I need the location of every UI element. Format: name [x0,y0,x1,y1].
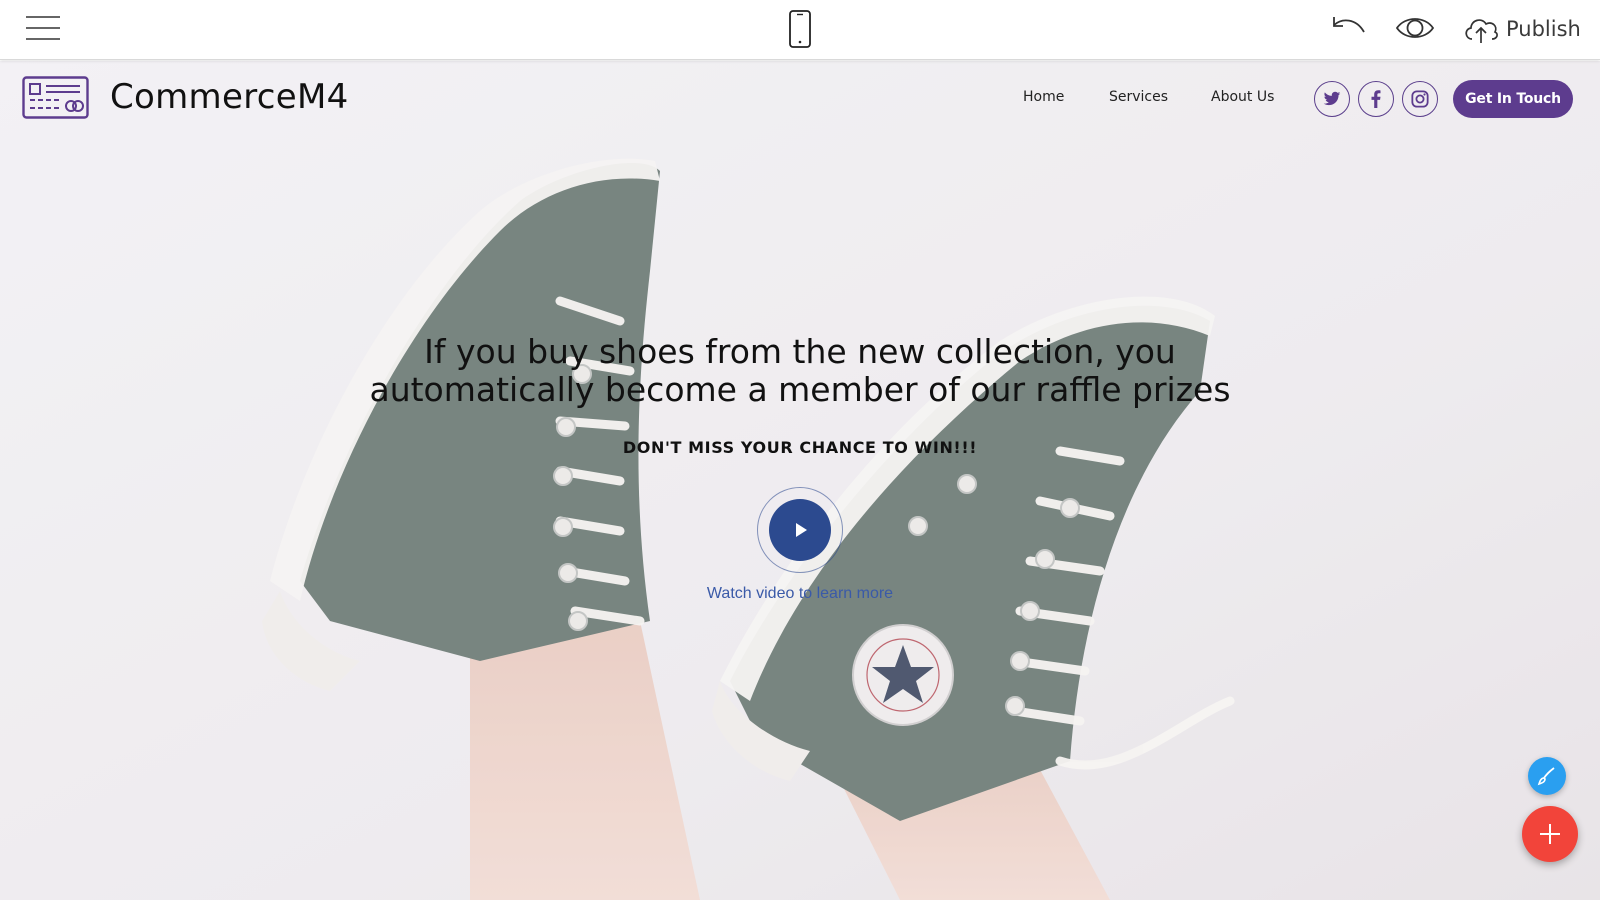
publish-button[interactable]: Publish [1462,10,1581,48]
page-canvas: CommerceM4 Home Services About Us Get In… [0,61,1600,900]
play-icon [769,499,831,561]
site-navbar: CommerceM4 Home Services About Us Get In… [0,61,1600,137]
hero-headline-line2: automatically become a member of our raf… [369,370,1231,409]
facebook-icon[interactable] [1358,81,1394,117]
hamburger-menu-icon[interactable] [24,12,62,44]
hero-background-image [0,61,1600,900]
brush-icon[interactable] [1528,757,1566,795]
nav-link-services[interactable]: Services [1109,89,1168,105]
hero-headline-line1: If you buy shoes from the new collection… [424,332,1176,371]
eye-icon[interactable] [1394,12,1436,44]
hero-headline: If you buy shoes from the new collection… [330,333,1270,409]
twitter-icon[interactable] [1314,81,1350,117]
publish-label: Publish [1506,17,1581,41]
mobile-phone-icon[interactable] [786,10,814,48]
nav-link-home[interactable]: Home [1023,89,1064,105]
id-card-logo-icon[interactable] [22,76,89,119]
cloud-upload-icon [1465,19,1498,43]
watch-video-link[interactable]: Watch video to learn more [600,585,1000,603]
get-in-touch-button[interactable]: Get In Touch [1453,80,1573,118]
brand-name[interactable]: CommerceM4 [110,77,349,117]
undo-icon[interactable] [1328,12,1368,44]
nav-link-about-us[interactable]: About Us [1211,89,1274,105]
instagram-icon[interactable] [1402,81,1438,117]
play-video-button[interactable] [757,487,843,573]
builder-toolbar: Publish [0,0,1600,60]
hero-subline: DON'T MISS YOUR CHANCE TO WIN!!! [622,438,978,457]
plus-icon[interactable] [1522,806,1578,862]
